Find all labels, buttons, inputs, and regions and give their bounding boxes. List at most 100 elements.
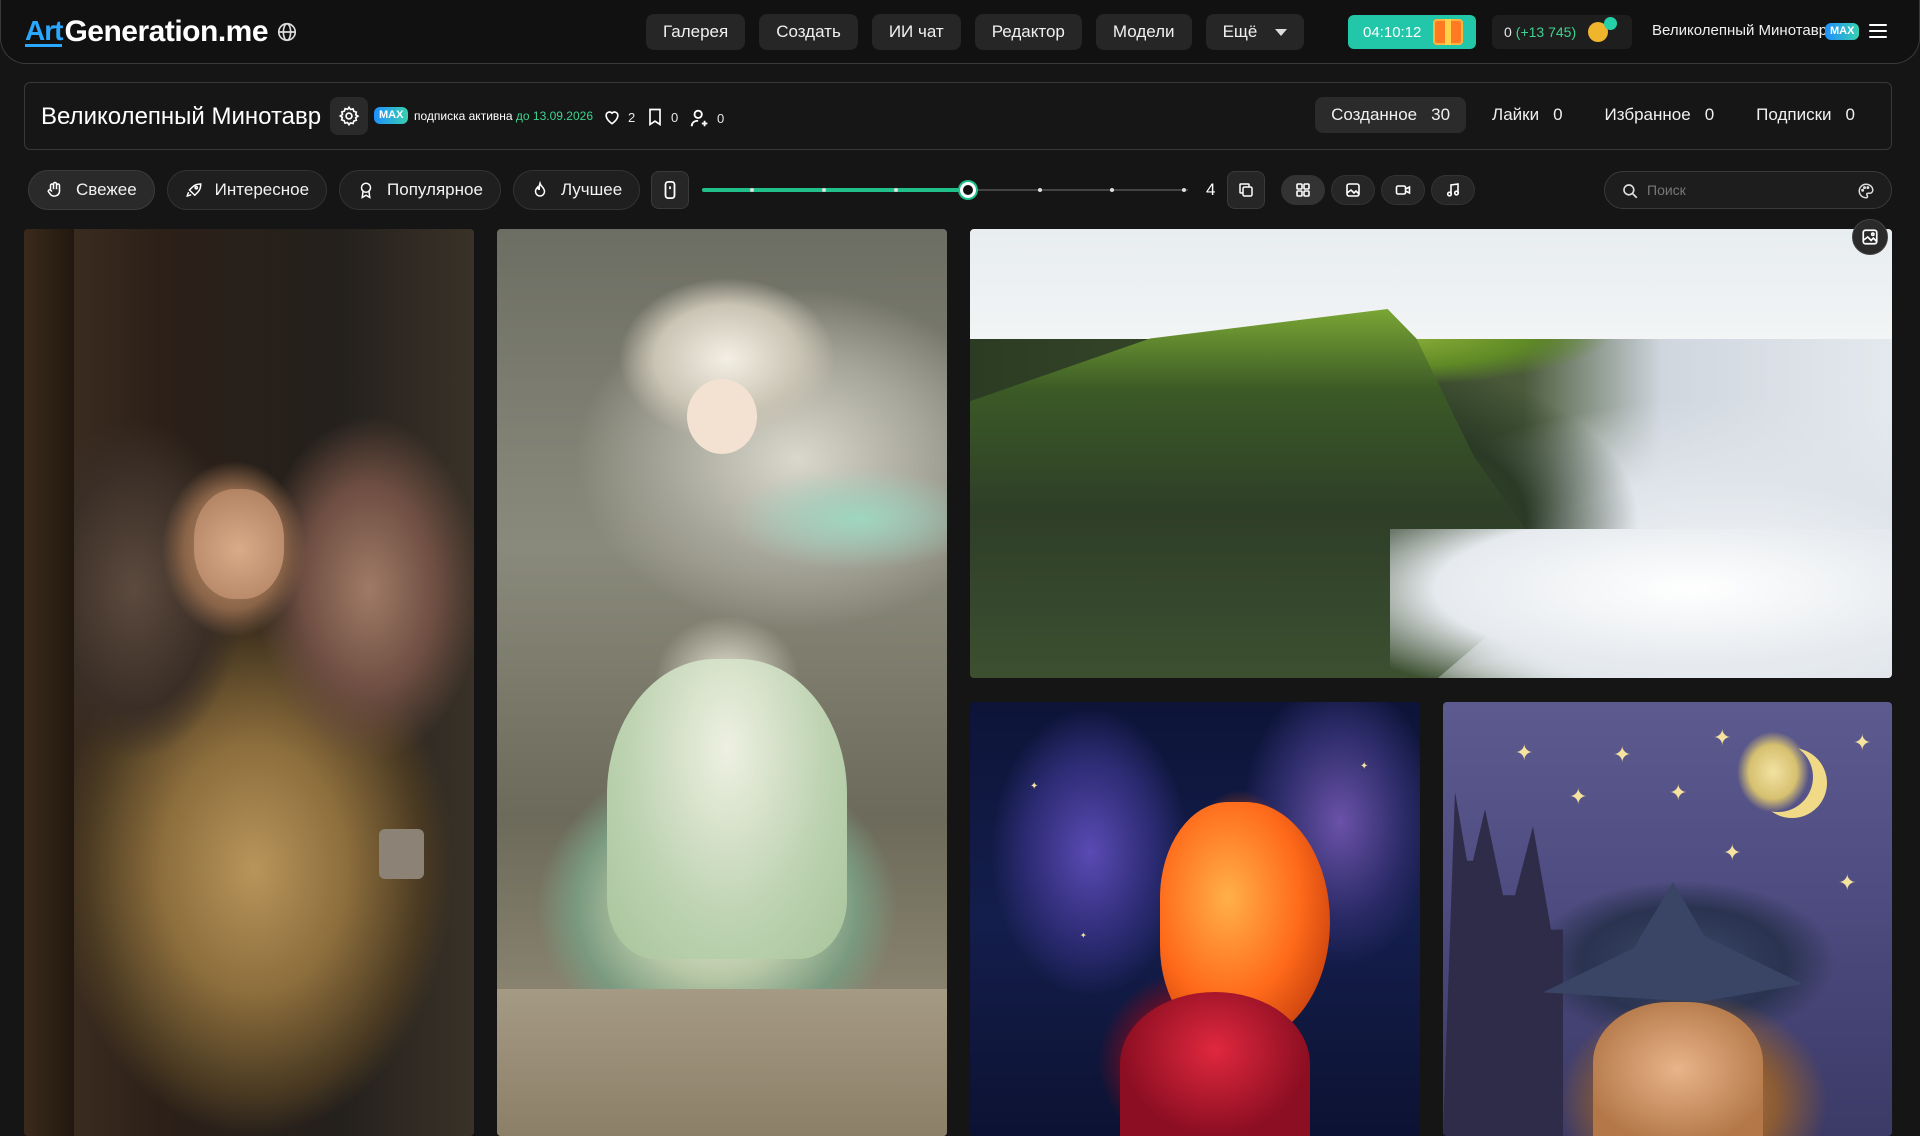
filter-interesting[interactable]: Интересное xyxy=(166,170,328,210)
gallery-image-witch[interactable]: ✦ ✦ ✦ ✦ ✦ ✦ ✦ ✦ xyxy=(1443,702,1892,1136)
tab-subscriptions-count: 0 xyxy=(1845,105,1855,124)
nav-editor-label: Редактор xyxy=(991,22,1065,41)
star-icon: ✦ xyxy=(1515,740,1534,765)
sparkle-icon: ✦ xyxy=(1360,761,1369,772)
profile-settings-button[interactable] xyxy=(330,97,368,135)
tab-favorites-count: 0 xyxy=(1704,105,1715,124)
bookmarks-stat[interactable]: 0 xyxy=(645,107,678,127)
slider-tick[interactable] xyxy=(750,188,754,192)
tab-likes-label: Лайки xyxy=(1492,105,1540,124)
nav-ai-chat-label: ИИ чат xyxy=(888,22,944,41)
flame-icon xyxy=(534,181,546,197)
star-icon: ✦ xyxy=(1713,725,1732,750)
video-icon xyxy=(1395,185,1411,195)
top-navigation-bar: Art Generation.me Галерея Создать ИИ чат… xyxy=(0,0,1920,64)
gift-icon xyxy=(1433,19,1464,45)
palette-icon[interactable] xyxy=(1857,182,1875,200)
filter-fresh-label: Свежее xyxy=(76,180,137,199)
tab-created[interactable]: Созданное 30 xyxy=(1315,97,1467,133)
search-input[interactable] xyxy=(1647,172,1847,208)
type-all-button[interactable] xyxy=(1281,175,1325,205)
main-nav: Галерея Создать ИИ чат Редактор Модели Е… xyxy=(646,14,1305,50)
bookmark-icon xyxy=(649,108,661,127)
hand-wave-icon xyxy=(47,181,61,197)
timer-value: 04:10:12 xyxy=(1363,23,1422,41)
star-icon: ✦ xyxy=(1723,840,1742,865)
award-icon xyxy=(360,182,372,199)
star-icon: ✦ xyxy=(1613,742,1632,767)
slider-tick[interactable] xyxy=(1110,188,1114,192)
filter-popular[interactable]: Популярное xyxy=(339,170,501,210)
sort-filters: Свежее Интересное Популярное Лучшее xyxy=(28,170,641,210)
likes-count: 2 xyxy=(628,109,636,125)
bookmarks-count: 0 xyxy=(671,109,679,125)
copy-view-button[interactable] xyxy=(1227,171,1265,209)
gallery-image-fire-fairy[interactable]: ✦ ✦ ✦ xyxy=(970,702,1420,1136)
star-icon: ✦ xyxy=(1853,730,1872,755)
phone-view-button[interactable] xyxy=(651,171,689,209)
star-icon: ✦ xyxy=(1838,870,1857,895)
header-user-name[interactable]: Великолепный Минотавр xyxy=(1652,22,1827,39)
site-logo[interactable]: Art Generation.me xyxy=(25,14,298,50)
followers-stat[interactable]: 0 xyxy=(689,107,724,129)
type-video-button[interactable] xyxy=(1381,175,1425,205)
slider-tick[interactable] xyxy=(822,188,826,192)
heart-icon xyxy=(605,111,619,125)
logo-text: Generation.me xyxy=(64,15,269,48)
globe-icon[interactable] xyxy=(276,21,298,43)
slider-handle[interactable] xyxy=(960,182,976,198)
filter-best-label: Лучшее xyxy=(560,180,623,199)
search-icon xyxy=(1623,184,1638,199)
gallery-image-moth-girl[interactable] xyxy=(24,229,474,1136)
tab-subscriptions[interactable]: Подписки 0 xyxy=(1740,97,1871,133)
nav-gallery[interactable]: Галерея xyxy=(646,14,746,50)
tab-likes-count: 0 xyxy=(1553,105,1563,124)
likes-stat[interactable]: 2 xyxy=(602,107,635,127)
type-music-button[interactable] xyxy=(1431,175,1475,205)
image-icon xyxy=(1346,183,1360,197)
columns-slider[interactable] xyxy=(702,182,1188,198)
gallery-image-dragon-girl[interactable] xyxy=(497,229,947,1136)
tab-favorites[interactable]: Избранное 0 xyxy=(1589,97,1731,133)
image-type-badge[interactable] xyxy=(1852,219,1888,255)
slider-tick[interactable] xyxy=(1182,188,1186,192)
nav-gallery-label: Галерея xyxy=(663,22,729,41)
chevron-down-icon xyxy=(1275,28,1288,36)
subscription-date: до 13.09.2026 xyxy=(515,109,593,123)
coin-bonus: (+13 745) xyxy=(1515,24,1577,40)
slider-tick[interactable] xyxy=(1038,188,1042,192)
nav-create[interactable]: Создать xyxy=(759,14,858,50)
filter-best[interactable]: Лучшее xyxy=(512,170,641,210)
profile-max-badge: MAX xyxy=(374,107,409,124)
witch-face xyxy=(1593,1002,1763,1136)
tab-created-count: 30 xyxy=(1431,105,1451,124)
tab-created-label: Созданное xyxy=(1331,105,1418,124)
rocket-icon xyxy=(185,183,202,198)
gear-icon xyxy=(338,105,360,127)
profile-bar: Великолепный Минотавр MAX подписка актив… xyxy=(24,82,1892,150)
profile-name: Великолепный Минотавр xyxy=(41,103,322,130)
nav-more-dropdown[interactable]: Ещё xyxy=(1205,14,1305,50)
slider-fill xyxy=(702,188,968,192)
grid-icon xyxy=(1296,183,1310,197)
nav-more-label: Ещё xyxy=(1222,22,1258,41)
cliff-sky xyxy=(970,229,1892,339)
music-note-icon xyxy=(1446,183,1460,197)
filter-fresh[interactable]: Свежее xyxy=(28,170,155,210)
menu-icon[interactable] xyxy=(1869,24,1887,38)
moth-girl-mug xyxy=(379,829,424,879)
slider-tick[interactable] xyxy=(894,188,898,192)
add-user-icon xyxy=(690,109,708,127)
gallery-image-cliff[interactable] xyxy=(970,229,1892,678)
tab-likes[interactable]: Лайки 0 xyxy=(1476,97,1579,133)
bonus-timer-button[interactable]: 04:10:12 xyxy=(1348,15,1476,49)
moon-icon xyxy=(1743,742,1813,812)
nav-ai-chat[interactable]: ИИ чат xyxy=(871,14,961,50)
star-icon: ✦ xyxy=(1669,780,1688,805)
coin-balance[interactable]: 0 (+13 745) xyxy=(1492,15,1632,49)
phone-icon xyxy=(664,181,676,199)
nav-models[interactable]: Модели xyxy=(1095,14,1192,50)
nav-editor[interactable]: Редактор xyxy=(974,14,1082,50)
subscription-text: подписка активна xyxy=(414,109,513,123)
type-image-button[interactable] xyxy=(1331,175,1375,205)
